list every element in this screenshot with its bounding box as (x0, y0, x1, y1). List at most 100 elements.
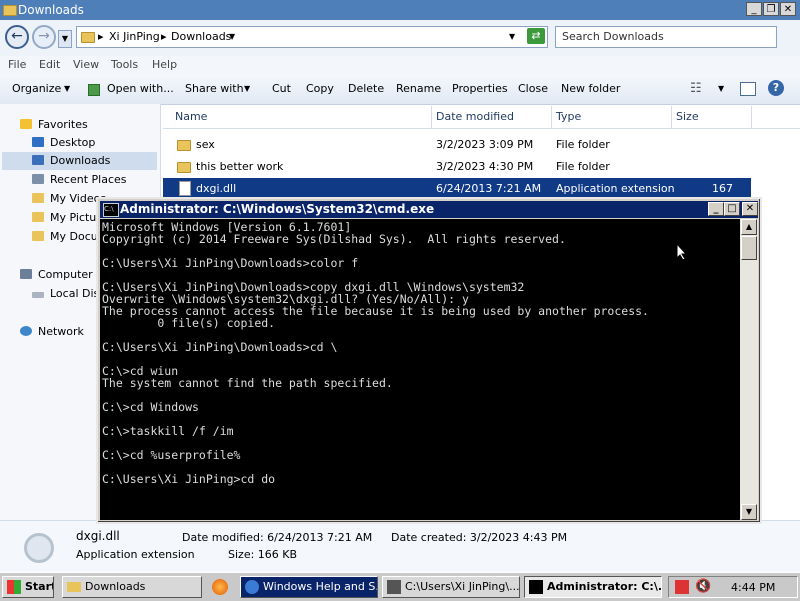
column-date-modified[interactable]: Date modified (436, 110, 514, 123)
new-folder-button[interactable]: New folder (561, 82, 620, 95)
volume-muted-icon[interactable]: 🔇 (695, 579, 711, 594)
console-output[interactable]: Microsoft Windows [Version 6.1.7601] Cop… (100, 219, 740, 520)
cmd-window[interactable]: C:\ Administrator: C:\Windows\System32\c… (96, 197, 762, 524)
system-tray: 🔇 4:44 PM (668, 576, 798, 598)
cut-button[interactable]: Cut (272, 82, 291, 95)
nav-computer[interactable]: Computer (20, 266, 93, 284)
details-date-created: Date created: 3/2/2023 4:43 PM (391, 531, 568, 544)
cmd-maximize-button[interactable]: □ (724, 202, 740, 216)
search-input[interactable]: Search Downloads (555, 26, 777, 48)
nav-local-disk[interactable]: Local Disk (32, 285, 106, 303)
folder-icon (67, 582, 81, 592)
scroll-up-arrow[interactable]: ▲ (741, 219, 757, 235)
folder-icon (32, 212, 44, 222)
share-with-button[interactable]: Share with (185, 82, 244, 95)
nav-network[interactable]: Network (20, 323, 84, 341)
file-date: 3/2/2023 3:09 PM (436, 138, 534, 151)
nav-recent-places[interactable]: Recent Places (32, 171, 127, 189)
dll-file-icon (179, 181, 191, 196)
star-icon (20, 119, 32, 129)
search-placeholder: Search Downloads (562, 30, 664, 43)
details-filename: dxgi.dll (76, 529, 120, 543)
cmd-icon (529, 580, 543, 594)
details-size: Size: 166 KB (228, 548, 298, 561)
menu-file[interactable]: File (8, 58, 26, 71)
minimize-button[interactable]: _ (746, 2, 762, 16)
desktop-icon (32, 137, 44, 147)
breadcrumb-sep-icon: ▸ (98, 30, 104, 43)
back-button[interactable]: ← (5, 25, 29, 49)
cmd-close-button[interactable]: ✕ (742, 202, 758, 216)
clock[interactable]: 4:44 PM (731, 581, 775, 594)
recent-pages-dropdown[interactable]: ▼ (58, 30, 72, 48)
cmd-title-bar[interactable]: C:\ Administrator: C:\Windows\System32\c… (100, 201, 758, 218)
file-name: sex (196, 138, 215, 151)
scroll-thumb[interactable] (741, 236, 757, 260)
console-text: Microsoft Windows [Version 6.1.7601] Cop… (102, 220, 649, 486)
explorer-title-bar[interactable]: Downloads _ ❐ ✕ (0, 0, 800, 20)
forward-button[interactable]: → (32, 25, 56, 49)
column-size[interactable]: Size (676, 110, 699, 123)
taskbar-item-downloads[interactable]: Downloads (62, 576, 202, 598)
security-alert-icon[interactable] (675, 580, 689, 594)
file-date: 3/2/2023 4:30 PM (436, 160, 534, 173)
copy-button[interactable]: Copy (306, 82, 334, 95)
close-button[interactable]: ✕ (780, 2, 796, 16)
chevron-down-icon[interactable]: ▼ (718, 84, 724, 93)
address-bar[interactable]: ▸ Xi JinPing ▸ Downloads ▼ ▼ ⇄ (76, 26, 548, 48)
file-type: Application extension (556, 182, 675, 195)
taskbar-item-cmd[interactable]: Administrator: C:\... (524, 576, 662, 598)
windows-logo-icon (7, 580, 21, 594)
nav-desktop[interactable]: Desktop (32, 134, 95, 152)
file-row[interactable]: sex 3/2/2023 3:09 PM File folder (163, 134, 751, 156)
file-name: this better work (196, 160, 284, 173)
start-button[interactable]: Start (2, 576, 54, 598)
nav-my-videos[interactable]: My Videos (32, 190, 106, 208)
view-options-icon[interactable]: ☷ (690, 81, 702, 96)
scroll-down-arrow[interactable]: ▼ (741, 504, 757, 520)
taskbar-item-help[interactable]: Windows Help and S... (240, 576, 378, 598)
folder-icon (81, 32, 95, 43)
nav-downloads[interactable]: Downloads (2, 152, 157, 170)
rename-button[interactable]: Rename (396, 82, 441, 95)
menu-bar: File Edit View Tools Help (0, 56, 800, 74)
chevron-down-icon: ▼ (244, 84, 251, 93)
close-file-button[interactable]: Close (518, 82, 548, 95)
menu-view[interactable]: View (73, 58, 99, 71)
preview-pane-icon[interactable] (740, 82, 756, 96)
maximize-button[interactable]: ❐ (763, 2, 779, 16)
organize-button[interactable]: Organize (12, 82, 61, 95)
drive-icon (32, 292, 44, 298)
menu-edit[interactable]: Edit (39, 58, 60, 71)
menu-tools[interactable]: Tools (111, 58, 138, 71)
computer-icon (20, 269, 32, 279)
column-name[interactable]: Name (175, 110, 207, 123)
details-pane: dxgi.dll Application extension Date modi… (0, 520, 800, 573)
firefox-icon[interactable] (212, 579, 228, 595)
nav-favorites[interactable]: Favorites (20, 116, 88, 134)
cmd-scrollbar[interactable]: ▲ ▼ (740, 219, 758, 520)
file-type: File folder (556, 138, 610, 151)
delete-button[interactable]: Delete (348, 82, 384, 95)
help-icon[interactable]: ? (768, 80, 784, 96)
menu-help[interactable]: Help (152, 58, 177, 71)
taskbar-item-explorer[interactable]: C:\Users\Xi JinPing\... (382, 576, 520, 598)
breadcrumb-downloads[interactable]: Downloads (171, 30, 231, 43)
breadcrumb-sep-icon: ▸ (161, 30, 167, 43)
column-headers: Name Date modified Type Size (163, 106, 800, 129)
chevron-down-icon[interactable]: ▼ (229, 32, 235, 41)
properties-button[interactable]: Properties (452, 82, 508, 95)
chevron-down-icon: ▼ (64, 84, 71, 93)
address-dropdown-icon[interactable]: ▼ (509, 32, 515, 41)
cmd-minimize-button[interactable]: _ (708, 202, 724, 216)
breadcrumb-user[interactable]: Xi JinPing (109, 30, 160, 43)
refresh-icon[interactable]: ⇄ (527, 28, 545, 44)
network-icon (20, 326, 32, 336)
file-date: 6/24/2013 7:21 AM (436, 182, 542, 195)
mouse-cursor-icon (676, 243, 688, 261)
open-with-icon (88, 84, 100, 96)
file-row[interactable]: this better work 3/2/2023 4:30 PM File f… (163, 156, 751, 178)
open-with-button[interactable]: Open with... (107, 82, 174, 95)
console-icon (387, 580, 401, 594)
column-type[interactable]: Type (556, 110, 581, 123)
